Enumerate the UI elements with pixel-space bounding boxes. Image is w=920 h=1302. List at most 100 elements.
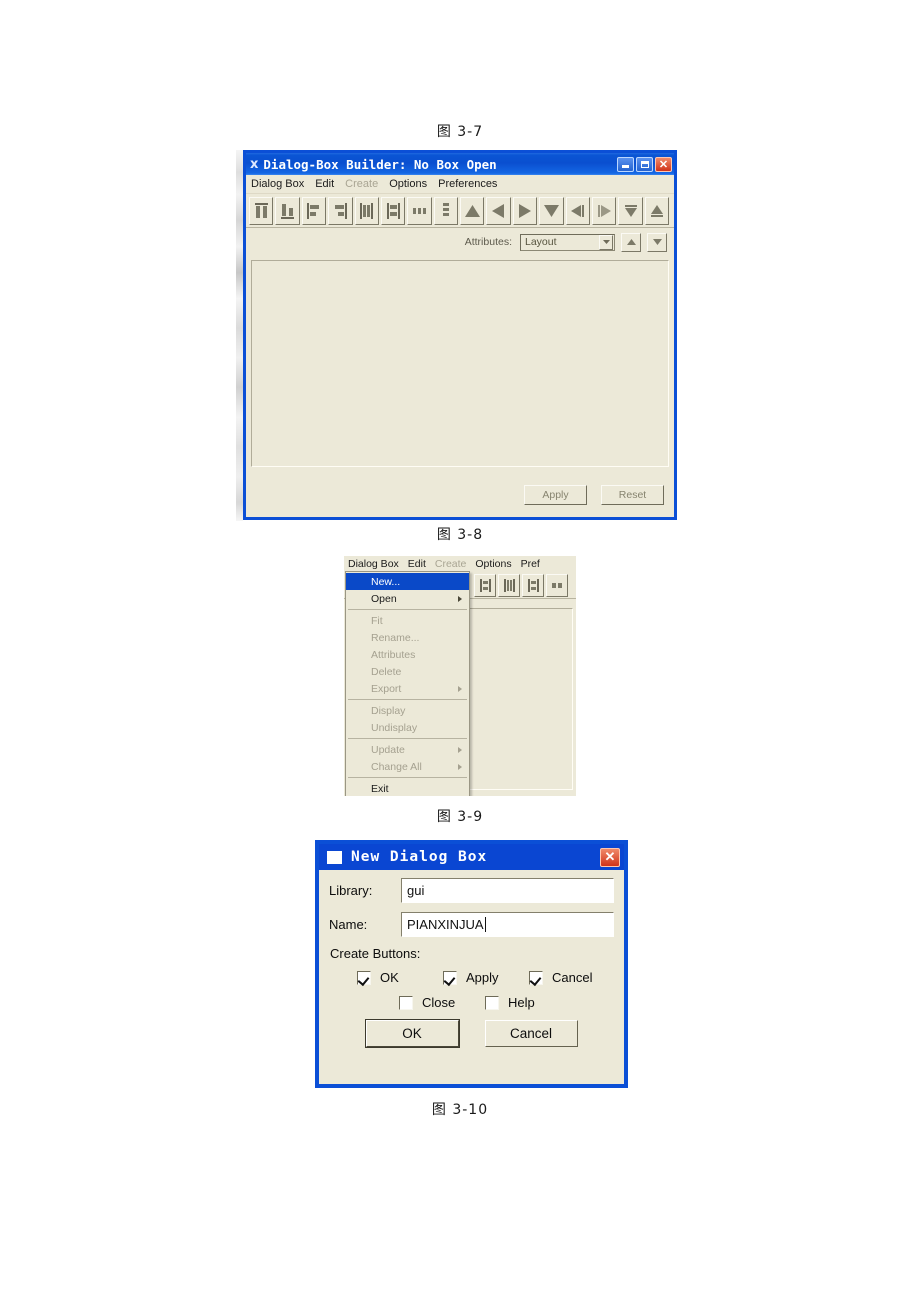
x-logo-icon: x — [250, 156, 259, 172]
menu-item-label: Undisplay — [371, 721, 418, 734]
checkbox-close[interactable]: Close — [399, 995, 485, 1010]
align-bottom-icon[interactable] — [275, 196, 300, 225]
checkbox-cancel-box[interactable] — [529, 970, 543, 985]
attributes-up-button[interactable] — [621, 232, 641, 252]
menu-item-fit: Fit — [346, 612, 469, 629]
menu-item-delete: Delete — [346, 663, 469, 680]
submenu-arrow-icon — [458, 685, 462, 692]
menubar: Dialog Box Edit Create Options Preferenc… — [246, 175, 674, 194]
close-icon[interactable]: ✕ — [600, 847, 620, 867]
distribute-columns-icon[interactable] — [546, 573, 568, 597]
align-center-horizontal-icon[interactable] — [474, 573, 496, 597]
menu-separator — [348, 777, 467, 778]
name-label: Name: — [329, 917, 368, 932]
attributes-down-button[interactable] — [647, 232, 667, 252]
menu-preferences[interactable]: Pref — [521, 558, 540, 570]
align-right-icon[interactable] — [328, 196, 353, 225]
checkbox-row-secondary: Close Help — [329, 995, 614, 1010]
distribute-columns-icon[interactable] — [407, 196, 432, 225]
ok-button[interactable]: OK — [364, 1019, 460, 1048]
dialog-titlebar: New Dialog Box ✕ — [319, 844, 624, 870]
window-titlebar: x Dialog-Box Builder: No Box Open ✕ — [246, 153, 674, 175]
library-label: Library: — [329, 883, 373, 898]
checkbox-apply[interactable]: Apply — [443, 970, 529, 985]
apply-button[interactable]: Apply — [524, 485, 587, 505]
dialog-box-builder-window: x Dialog-Box Builder: No Box Open ✕ Dial… — [243, 150, 677, 520]
caption-fig-3-9: 图 3-9 — [436, 809, 484, 825]
menu-options[interactable]: Options — [389, 178, 427, 190]
menu-separator — [348, 609, 467, 610]
checkbox-ok-box[interactable] — [357, 970, 371, 985]
chevron-down-icon[interactable] — [599, 234, 613, 250]
shrink-right-icon[interactable] — [591, 196, 617, 225]
move-left-icon[interactable] — [486, 196, 511, 225]
distribute-rows-icon[interactable] — [433, 196, 458, 225]
caption-fig-3-8: 图 3-8 — [436, 527, 484, 543]
name-field-row: Name: PIANXINJUA — [329, 912, 614, 937]
align-top-icon[interactable] — [249, 196, 274, 225]
name-input-value: PIANXINJUA — [407, 917, 484, 932]
menu-item-label: Fit — [371, 614, 383, 627]
dialog-title: New Dialog Box — [351, 849, 488, 865]
caption-fig-3-7: 图 3-7 — [436, 124, 484, 140]
checkbox-close-box[interactable] — [399, 995, 413, 1010]
checkbox-cancel-label: Cancel — [552, 970, 593, 985]
move-down-icon[interactable] — [539, 196, 564, 225]
design-canvas[interactable] — [251, 260, 669, 467]
distribute-rows-icon[interactable] — [522, 573, 544, 597]
toolbar — [246, 194, 674, 228]
menu-item-new[interactable]: New... — [346, 573, 469, 590]
move-right-icon[interactable] — [512, 196, 538, 225]
shrink-up-icon[interactable] — [644, 196, 669, 225]
menu-dialog-box[interactable]: Dialog Box — [348, 558, 399, 570]
shrink-left-icon[interactable] — [565, 196, 590, 225]
menu-item-attributes: Attributes — [346, 646, 469, 663]
menu-item-label: Open — [371, 592, 397, 605]
menu-item-exit[interactable]: Exit — [346, 780, 469, 796]
menu-item-label: Change All — [371, 760, 422, 773]
menu-create: Create — [434, 558, 467, 570]
align-center-horizontal-icon[interactable] — [380, 196, 406, 225]
menu-item-open[interactable]: Open — [346, 590, 469, 607]
checkbox-help-box[interactable] — [485, 995, 499, 1010]
checkbox-row-primary: OK Apply Cancel — [329, 970, 614, 985]
menu-item-display: Display — [346, 702, 469, 719]
window-footer: Apply Reset — [246, 473, 674, 517]
close-button[interactable]: ✕ — [655, 156, 672, 172]
menu-edit[interactable]: Edit — [408, 558, 426, 570]
checkbox-cancel[interactable]: Cancel — [529, 970, 592, 985]
menu-item-change-all: Change All — [346, 758, 469, 775]
submenu-arrow-icon — [458, 746, 462, 753]
menu-dialog-box[interactable]: Dialog Box — [251, 178, 304, 190]
align-center-vertical-icon[interactable] — [498, 573, 520, 597]
maximize-button[interactable] — [636, 156, 653, 172]
checkbox-ok[interactable]: OK — [357, 970, 443, 985]
move-up-icon[interactable] — [460, 196, 485, 225]
library-field-row: Library: gui — [329, 878, 614, 903]
cancel-button[interactable]: Cancel — [484, 1020, 578, 1047]
checkbox-help[interactable]: Help — [485, 995, 535, 1010]
align-center-vertical-icon[interactable] — [354, 196, 379, 225]
menu-item-label: Update — [371, 743, 405, 756]
new-dialog-box-window: New Dialog Box ✕ Library: gui Name: PIAN… — [315, 840, 628, 1088]
checkbox-apply-box[interactable] — [443, 970, 457, 985]
menu-open-screenshot: Dialog Box Edit Create Options Pref New.… — [344, 556, 576, 796]
window-title: Dialog-Box Builder: No Box Open — [263, 156, 497, 172]
attributes-combo[interactable]: Layout — [520, 233, 615, 251]
menu-item-update: Update — [346, 741, 469, 758]
attributes-label: Attributes: — [464, 236, 512, 248]
scan-artifact-strip — [236, 150, 243, 521]
minimize-button[interactable] — [617, 156, 634, 172]
library-input[interactable]: gui — [401, 878, 614, 903]
menu-separator — [348, 738, 467, 739]
align-left-icon[interactable] — [301, 196, 327, 225]
shrink-down-icon[interactable] — [618, 196, 643, 225]
caption-fig-3-10: 图 3-10 — [431, 1102, 489, 1118]
menu-item-rename: Rename... — [346, 629, 469, 646]
menu-edit[interactable]: Edit — [315, 178, 334, 190]
menu-item-label: Delete — [371, 665, 402, 678]
reset-button[interactable]: Reset — [601, 485, 664, 505]
name-input[interactable]: PIANXINJUA — [401, 912, 614, 937]
menu-options[interactable]: Options — [475, 558, 511, 570]
menu-preferences[interactable]: Preferences — [438, 178, 497, 190]
